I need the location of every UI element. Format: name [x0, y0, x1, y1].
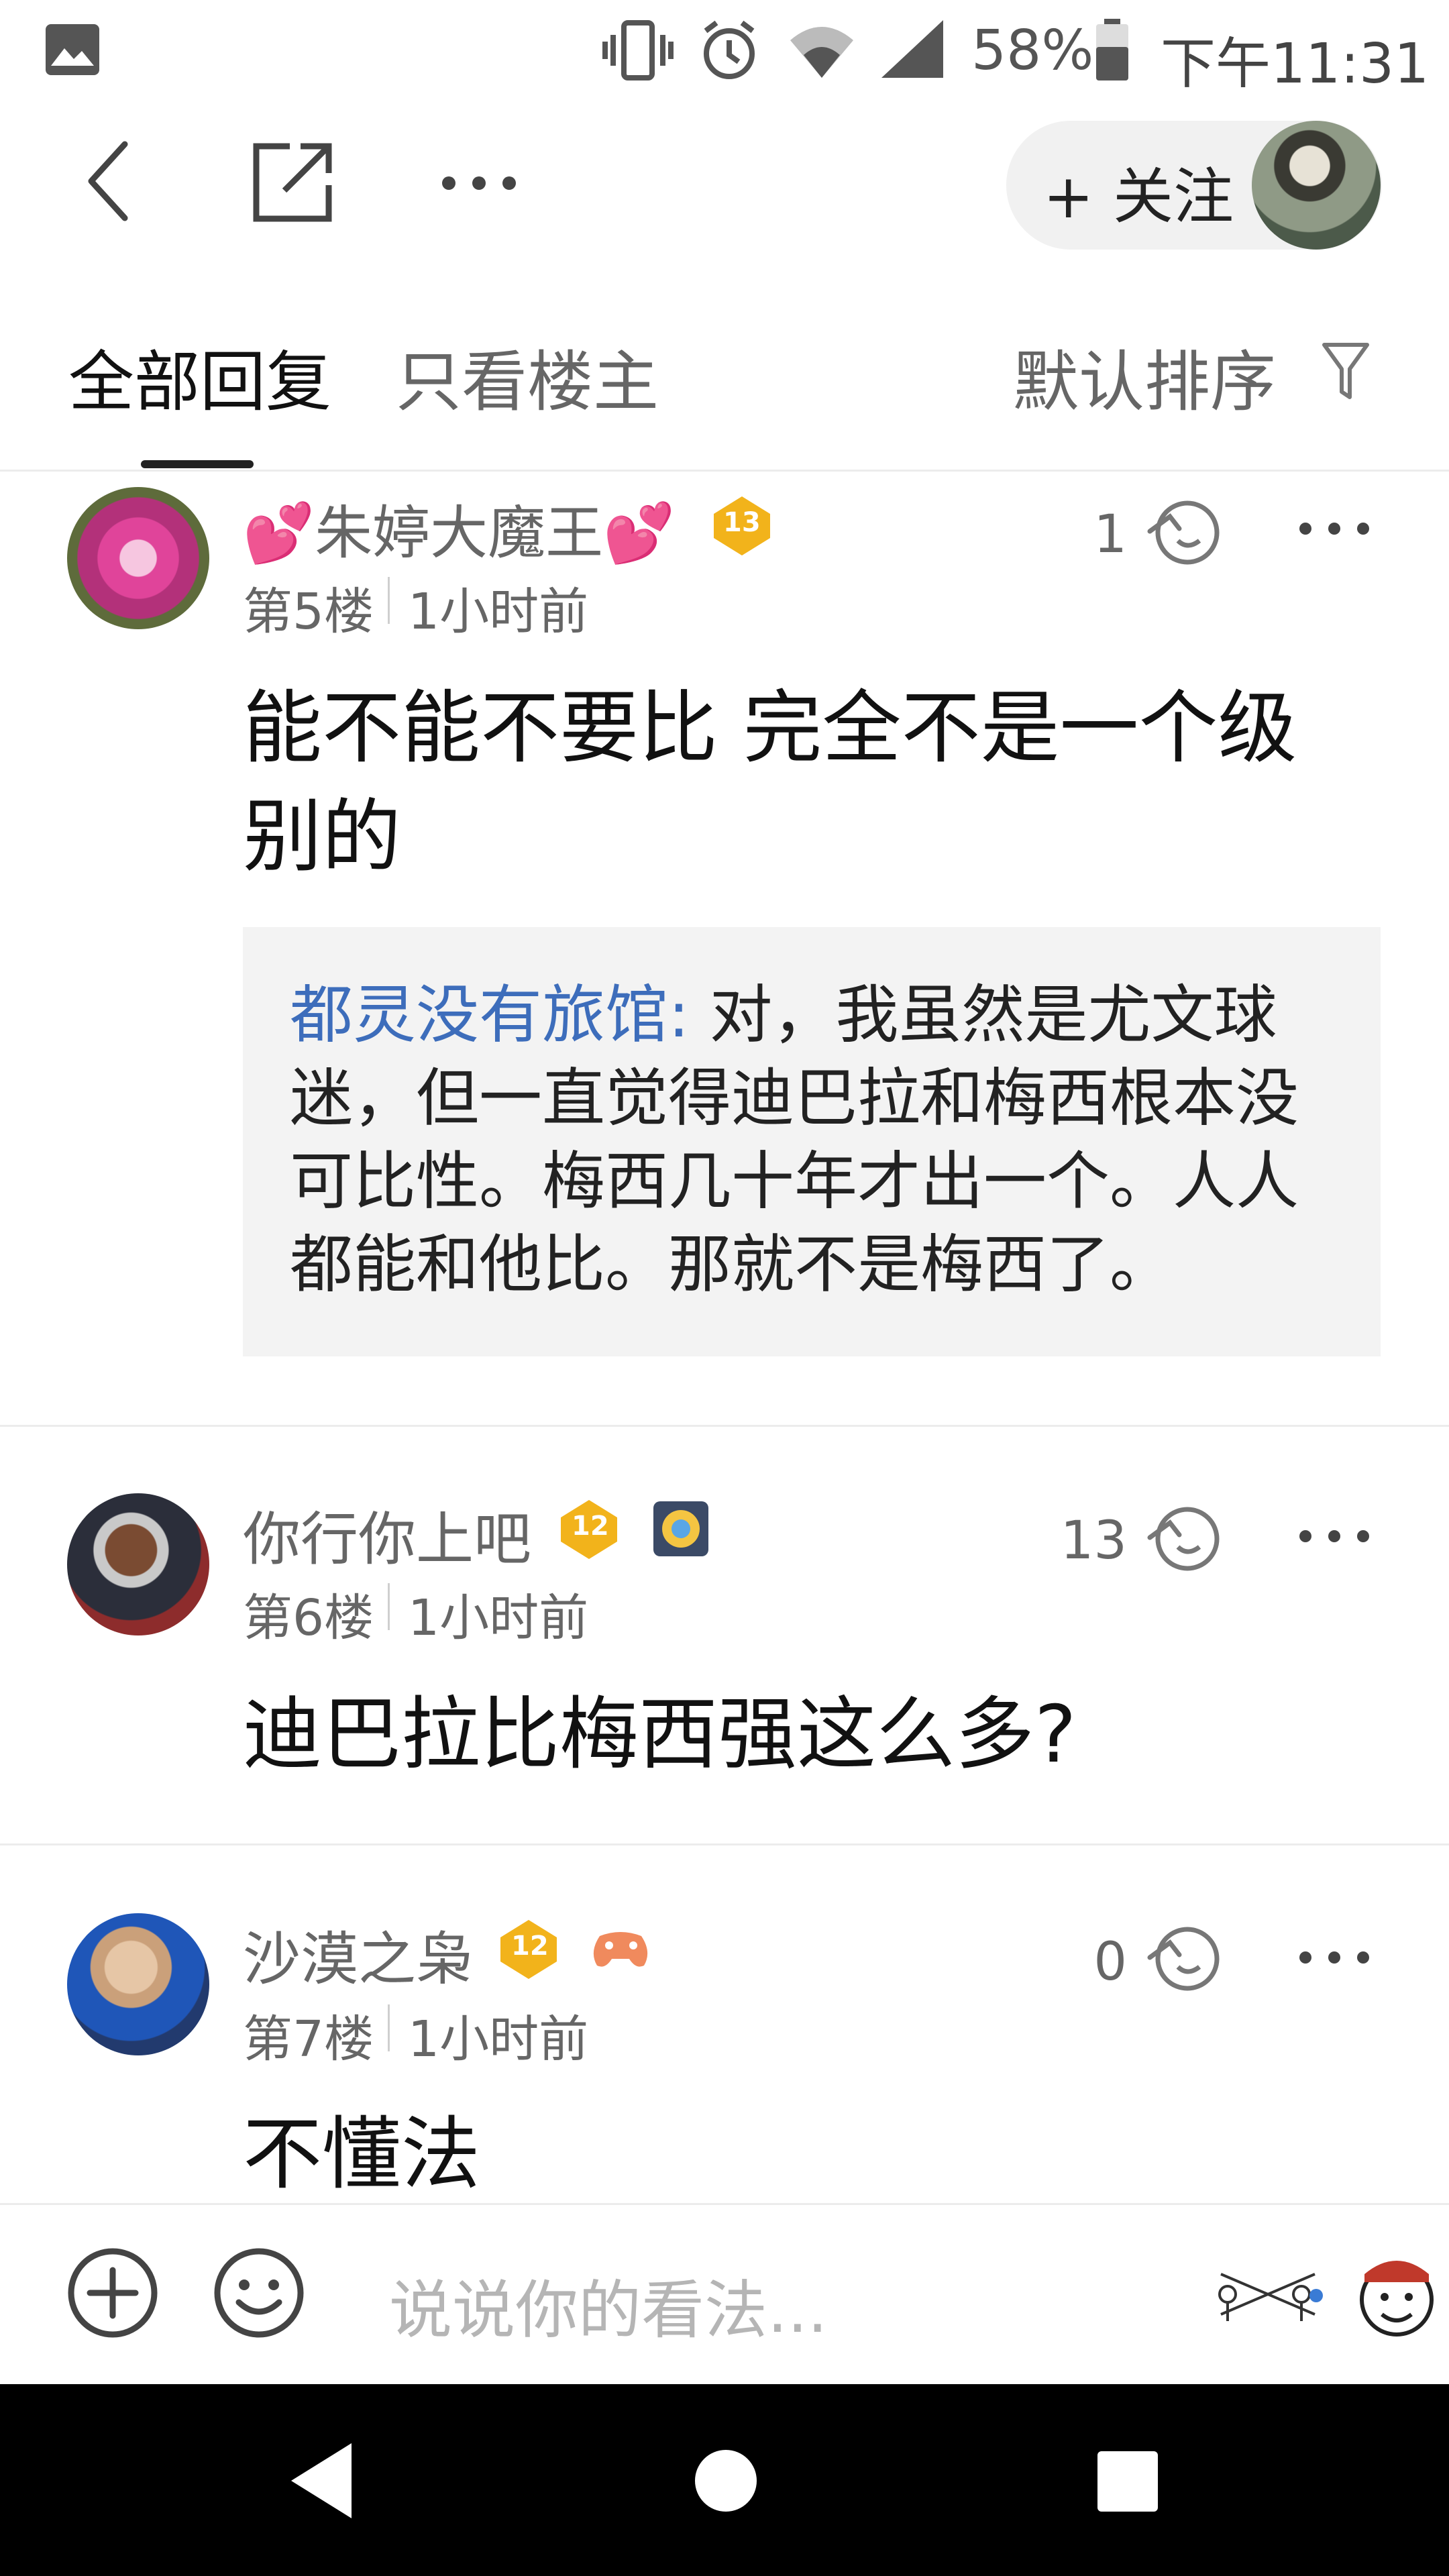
- meta-separator: [388, 2004, 390, 2051]
- post-more-icon[interactable]: [1297, 521, 1371, 537]
- post-time: 1小时前: [408, 583, 589, 641]
- post-divider: [0, 1843, 1449, 1845]
- post-more-icon[interactable]: [1297, 1949, 1371, 1966]
- tab-indicator: [141, 460, 254, 468]
- signal-icon: [881, 20, 943, 78]
- medal-icon: [653, 1501, 708, 1556]
- floor-number: 第6楼: [243, 1589, 374, 1647]
- post-content: 迪巴拉比梅西强这么多?: [243, 1688, 1077, 1780]
- wifi-icon: [790, 27, 853, 78]
- image-icon: [46, 24, 99, 75]
- vibrate-icon: [602, 20, 674, 80]
- tab-all-replies[interactable]: 全部回复: [68, 329, 331, 424]
- floor-number: 第7楼: [243, 2010, 374, 2068]
- sort-dropdown[interactable]: 默认排序: [1013, 329, 1276, 424]
- battery-percent: 58%: [971, 19, 1094, 83]
- status-bar: 58% 下午11:31: [0, 0, 1449, 101]
- username[interactable]: 你行你上吧: [243, 1492, 531, 1576]
- quoted-reply-text: 都灵没有旅馆: 对，我虽然是尤文球迷，但一直觉得迪巴拉和梅西根本没可比性。梅西几…: [290, 974, 1350, 1307]
- post-divider: [0, 1425, 1449, 1427]
- emoji-icon[interactable]: [212, 2246, 306, 2340]
- avatar[interactable]: [67, 1493, 209, 1635]
- gamepad-icon: [593, 1932, 648, 1967]
- username[interactable]: 沙漠之枭: [243, 1912, 474, 1996]
- clock: 下午11:31: [1161, 32, 1430, 96]
- like-count: 13: [1060, 1511, 1127, 1571]
- nav-home-icon[interactable]: [692, 2447, 759, 2514]
- author-avatar[interactable]: [1252, 121, 1381, 250]
- nav-recents-icon[interactable]: [1096, 2450, 1159, 2513]
- filter-icon[interactable]: [1320, 339, 1371, 401]
- more-icon[interactable]: [439, 173, 519, 193]
- like-count: 0: [1093, 1932, 1127, 1992]
- post-content: 能不能不要比 完全不是一个级别的: [243, 682, 1297, 883]
- sticker-icon[interactable]: [1350, 2247, 1444, 2341]
- tabs-divider: [0, 470, 1449, 472]
- meta-separator: [388, 577, 390, 624]
- level-badge-value: 13: [723, 507, 761, 538]
- follow-label[interactable]: + 关注: [1043, 148, 1234, 235]
- post-time: 1小时前: [408, 1589, 589, 1647]
- quoted-username[interactable]: 都灵没有旅馆:: [290, 979, 690, 1052]
- floor-number: 第5楼: [243, 583, 374, 641]
- level-badge-value: 12: [511, 1931, 549, 1962]
- username[interactable]: 💕朱婷大魔王💕: [243, 486, 675, 570]
- avatar[interactable]: [67, 487, 209, 629]
- post-more-icon[interactable]: [1297, 1528, 1371, 1544]
- alarm-icon: [704, 20, 755, 79]
- nav-back-icon[interactable]: [284, 2439, 358, 2522]
- share-icon[interactable]: [250, 138, 337, 225]
- sticker-icon[interactable]: [1208, 2254, 1335, 2334]
- meta-separator: [388, 1583, 390, 1630]
- post-time: 1小时前: [408, 2010, 589, 2068]
- level-badge-value: 12: [572, 1511, 609, 1542]
- like-icon[interactable]: [1143, 1923, 1224, 1992]
- like-icon[interactable]: [1143, 1503, 1224, 1572]
- tab-only-op[interactable]: 只看楼主: [396, 329, 659, 424]
- like-icon[interactable]: [1143, 496, 1224, 566]
- battery-icon: [1096, 19, 1128, 80]
- back-icon[interactable]: [78, 131, 145, 231]
- post-content: 不懂法: [243, 2108, 481, 2200]
- quoted-reply[interactable]: 都灵没有旅馆: 对，我虽然是尤文球迷，但一直觉得迪巴拉和梅西根本没可比性。梅西几…: [243, 927, 1381, 1356]
- reply-input[interactable]: 说说你的看法...: [389, 2259, 828, 2351]
- like-count: 1: [1093, 504, 1127, 565]
- avatar[interactable]: [67, 1913, 209, 2055]
- add-icon[interactable]: [66, 2246, 160, 2340]
